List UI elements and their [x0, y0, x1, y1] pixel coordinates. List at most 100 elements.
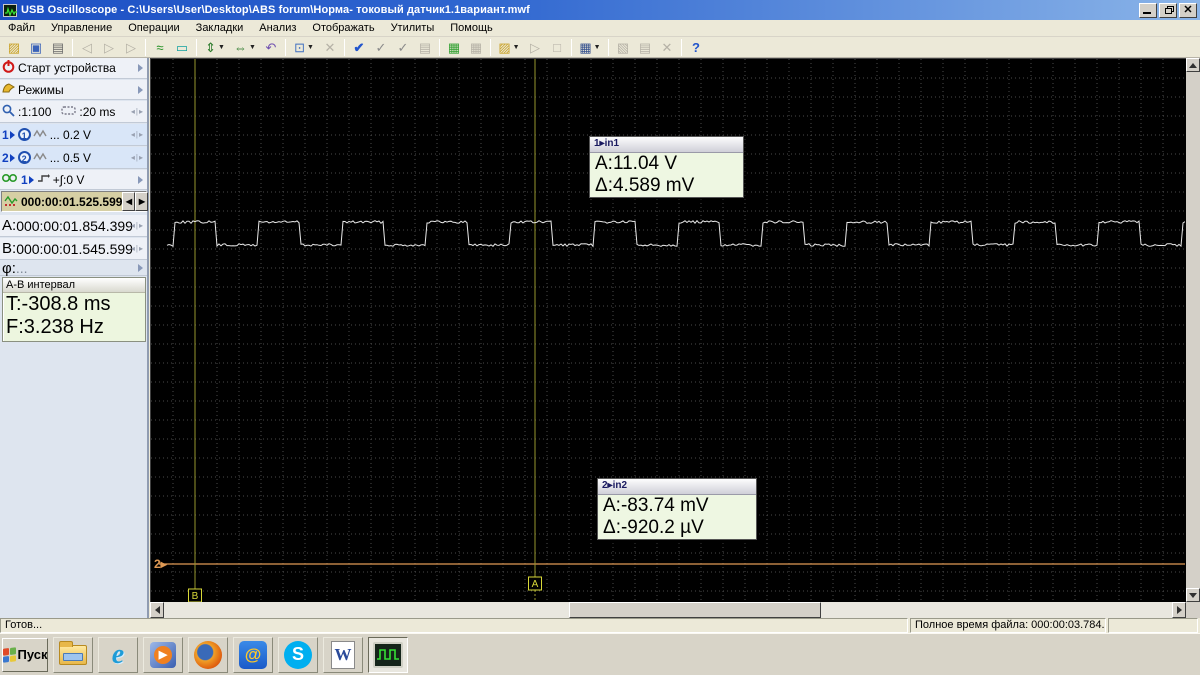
jump-fragment-icon: ▷ [126, 39, 136, 55]
start-button-label: Пуск [17, 647, 48, 662]
export-folder-icon[interactable]: ▨ ▼ [494, 38, 524, 57]
title-bar: USB Oscilloscope - C:\Users\User\Desktop… [0, 0, 1200, 20]
scale-row[interactable]: :1:100 :20 ms ◂|▸ [0, 101, 147, 123]
channel2-tooltip-title: 2▸in2 [598, 479, 756, 495]
channel1-spinner[interactable]: ◂|▸ [131, 130, 144, 139]
expand-arrow-icon [138, 64, 143, 72]
print-icon[interactable]: ▤ [47, 38, 69, 57]
scroll-up-button[interactable] [1186, 58, 1200, 72]
vertical-scrollbar[interactable] [1186, 58, 1200, 618]
horizontal-scrollbar[interactable] [150, 602, 1186, 618]
control-sidebar: Старт устройства Режимы :1:100 :20 ms ◂|… [0, 58, 149, 618]
calculator-icon[interactable]: ▦ ▼ [575, 38, 605, 57]
menu-item-управление[interactable]: Управление [43, 21, 120, 35]
menu-item-утилиты[interactable]: Утилиты [383, 21, 443, 35]
confirm-icon[interactable]: ✔ [348, 38, 370, 57]
prev-fragment-icon: ◁ [82, 39, 92, 55]
oscilloscope-app-icon[interactable] [368, 636, 408, 673]
svg-text:A: A [532, 579, 539, 590]
time-step-back-button[interactable]: ◀ [122, 192, 136, 211]
channel2-tooltip[interactable]: 2▸in2 A:-83.74 mV Δ:-920.2 µV [597, 478, 757, 540]
menu-item-анализ[interactable]: Анализ [251, 21, 304, 35]
zoom-amplitude-icon[interactable]: ⇕ ▼ [200, 38, 230, 57]
open-file-icon[interactable]: ▨ [3, 38, 25, 57]
menu-item-операции[interactable]: Операции [120, 21, 187, 35]
export-play-icon: ▷ [530, 39, 540, 55]
menu-item-помощь[interactable]: Помощь [442, 21, 501, 35]
zoom-scale-value: :1:100 [18, 104, 52, 119]
quick-launch-bar: e ▶ @ S W [48, 636, 408, 673]
save-file-icon[interactable]: ▣ [25, 38, 47, 57]
channel2-range: ... 0.5 V [49, 150, 92, 165]
explorer-icon[interactable] [53, 636, 93, 673]
export-stop-icon: □ [553, 39, 561, 55]
sweep-icon [61, 105, 77, 119]
channel2-row[interactable]: 2 2 ... 0.5 V ◂|▸ [0, 147, 147, 169]
channel2-spinner[interactable]: ◂|▸ [131, 153, 144, 162]
cursor-b-row[interactable]: B: 000:00:01.545.599 ◂|▸ [0, 238, 147, 260]
mailru-icon[interactable]: @ [233, 636, 273, 673]
restore-button[interactable] [1159, 2, 1177, 18]
scroll-left-button[interactable] [150, 602, 164, 618]
taskbar: Пуск e▶@SW EN » 17:34 Сб 24.12.16 [0, 633, 1200, 675]
status-message: Готов... [0, 618, 908, 633]
toolbar: ▨ ▣ ▤ ◁ ▷ ▷ ≈ ▭ ⇕ ▼ ⇔ ▼ ↶ ⊡ ▼ ✕ ✔ ✓ ✓ ▤ ▦ ▦ ▨ ▼ ▷ □ ▦ ▼ ▧ ▤ ✕? [0, 37, 1200, 58]
desktop: USB Oscilloscope - C:\Users\User\Desktop… [0, 0, 1200, 675]
confirm-all-icon[interactable]: ✓ [392, 38, 414, 57]
signal-view-icon[interactable]: ≈ [149, 38, 171, 57]
cursor-a-row[interactable]: A: 000:00:01.854.399 ◂|▸ [0, 215, 147, 237]
horizontal-scroll-thumb[interactable] [569, 602, 821, 618]
channel1-tooltip[interactable]: 1▸in1 A:11.04 V Δ:4.589 mV [589, 136, 744, 198]
zoom-scale-icon [2, 104, 15, 120]
modes-row[interactable]: Режимы [0, 80, 147, 100]
cursor-b-spinner[interactable]: ◂|▸ [131, 244, 144, 253]
start-button[interactable]: Пуск [2, 637, 48, 672]
scroll-down-button[interactable] [1186, 588, 1200, 602]
scroll-right-button[interactable] [1172, 602, 1186, 618]
phase-row[interactable]: φ: ... [0, 260, 147, 277]
oscilloscope-display[interactable]: 2▸ B A 1▸in1 A:11.04 V Δ:4.589 mV 2▸in2 A:… [150, 58, 1186, 603]
toolbar-separator [571, 38, 572, 56]
start-device-label: Старт устройства [18, 61, 116, 75]
minimize-button[interactable] [1139, 2, 1157, 18]
media-player-icon[interactable]: ▶ [143, 636, 183, 673]
svg-text:2▸: 2▸ [154, 557, 168, 571]
toolbar-separator [72, 38, 73, 56]
menu-item-закладки[interactable]: Закладки [188, 21, 252, 35]
next-fragment-icon: ▷ [104, 39, 114, 55]
start-device-row[interactable]: Старт устройства [0, 58, 147, 79]
expand-arrow-icon [138, 85, 143, 94]
status-spacer [1108, 618, 1198, 633]
internet-explorer-icon[interactable]: e [98, 636, 138, 673]
time-position-box[interactable]: 000:00:01.525.599 ◀ ▶ [1, 191, 149, 212]
time-step-forward-button[interactable]: ▶ [135, 192, 149, 211]
help-icon[interactable]: ? [685, 38, 707, 57]
fit-screen-icon[interactable]: ⊡ ▼ [289, 38, 319, 57]
word-icon[interactable]: W [323, 636, 363, 673]
cursor-a-value: 000:00:01.854.399 [16, 217, 133, 234]
signal-capture-icon[interactable]: ▭ [171, 38, 193, 57]
zoom-region-icon: ▦ [469, 39, 483, 55]
menu-item-отображать[interactable]: Отображать [304, 21, 382, 35]
channel1-row[interactable]: 1 1 ... 0.2 V ◂|▸ [0, 124, 147, 146]
expand-arrow-icon [138, 264, 143, 272]
trigger-row[interactable]: 1 +∫:0 V [0, 170, 147, 190]
time-wave-icon [4, 194, 18, 209]
toolbar-separator [439, 38, 440, 56]
scale-spinner[interactable]: ◂|▸ [131, 107, 144, 116]
phase-value: ... [15, 260, 28, 276]
expand-arrow-icon [138, 175, 143, 184]
time-position-value: 000:00:01.525.599 [21, 194, 123, 209]
confirm-down-icon[interactable]: ✓ [370, 38, 392, 57]
zoom-time-icon[interactable]: ⇔ ▼ [230, 38, 260, 57]
cursor-a-spinner[interactable]: ◂|▸ [131, 221, 144, 230]
menu-item-файл[interactable]: Файл [0, 21, 43, 35]
toolbar-separator [196, 38, 197, 56]
skype-icon[interactable]: S [278, 636, 318, 673]
close-button[interactable]: ✕ [1179, 2, 1197, 18]
undo-icon[interactable]: ↶ [260, 38, 282, 57]
select-region-icon[interactable]: ▦ [443, 38, 465, 57]
trigger-level: +∫:0 V [52, 172, 85, 187]
modes-label: Режимы [18, 82, 64, 97]
firefox-icon[interactable] [188, 636, 228, 673]
